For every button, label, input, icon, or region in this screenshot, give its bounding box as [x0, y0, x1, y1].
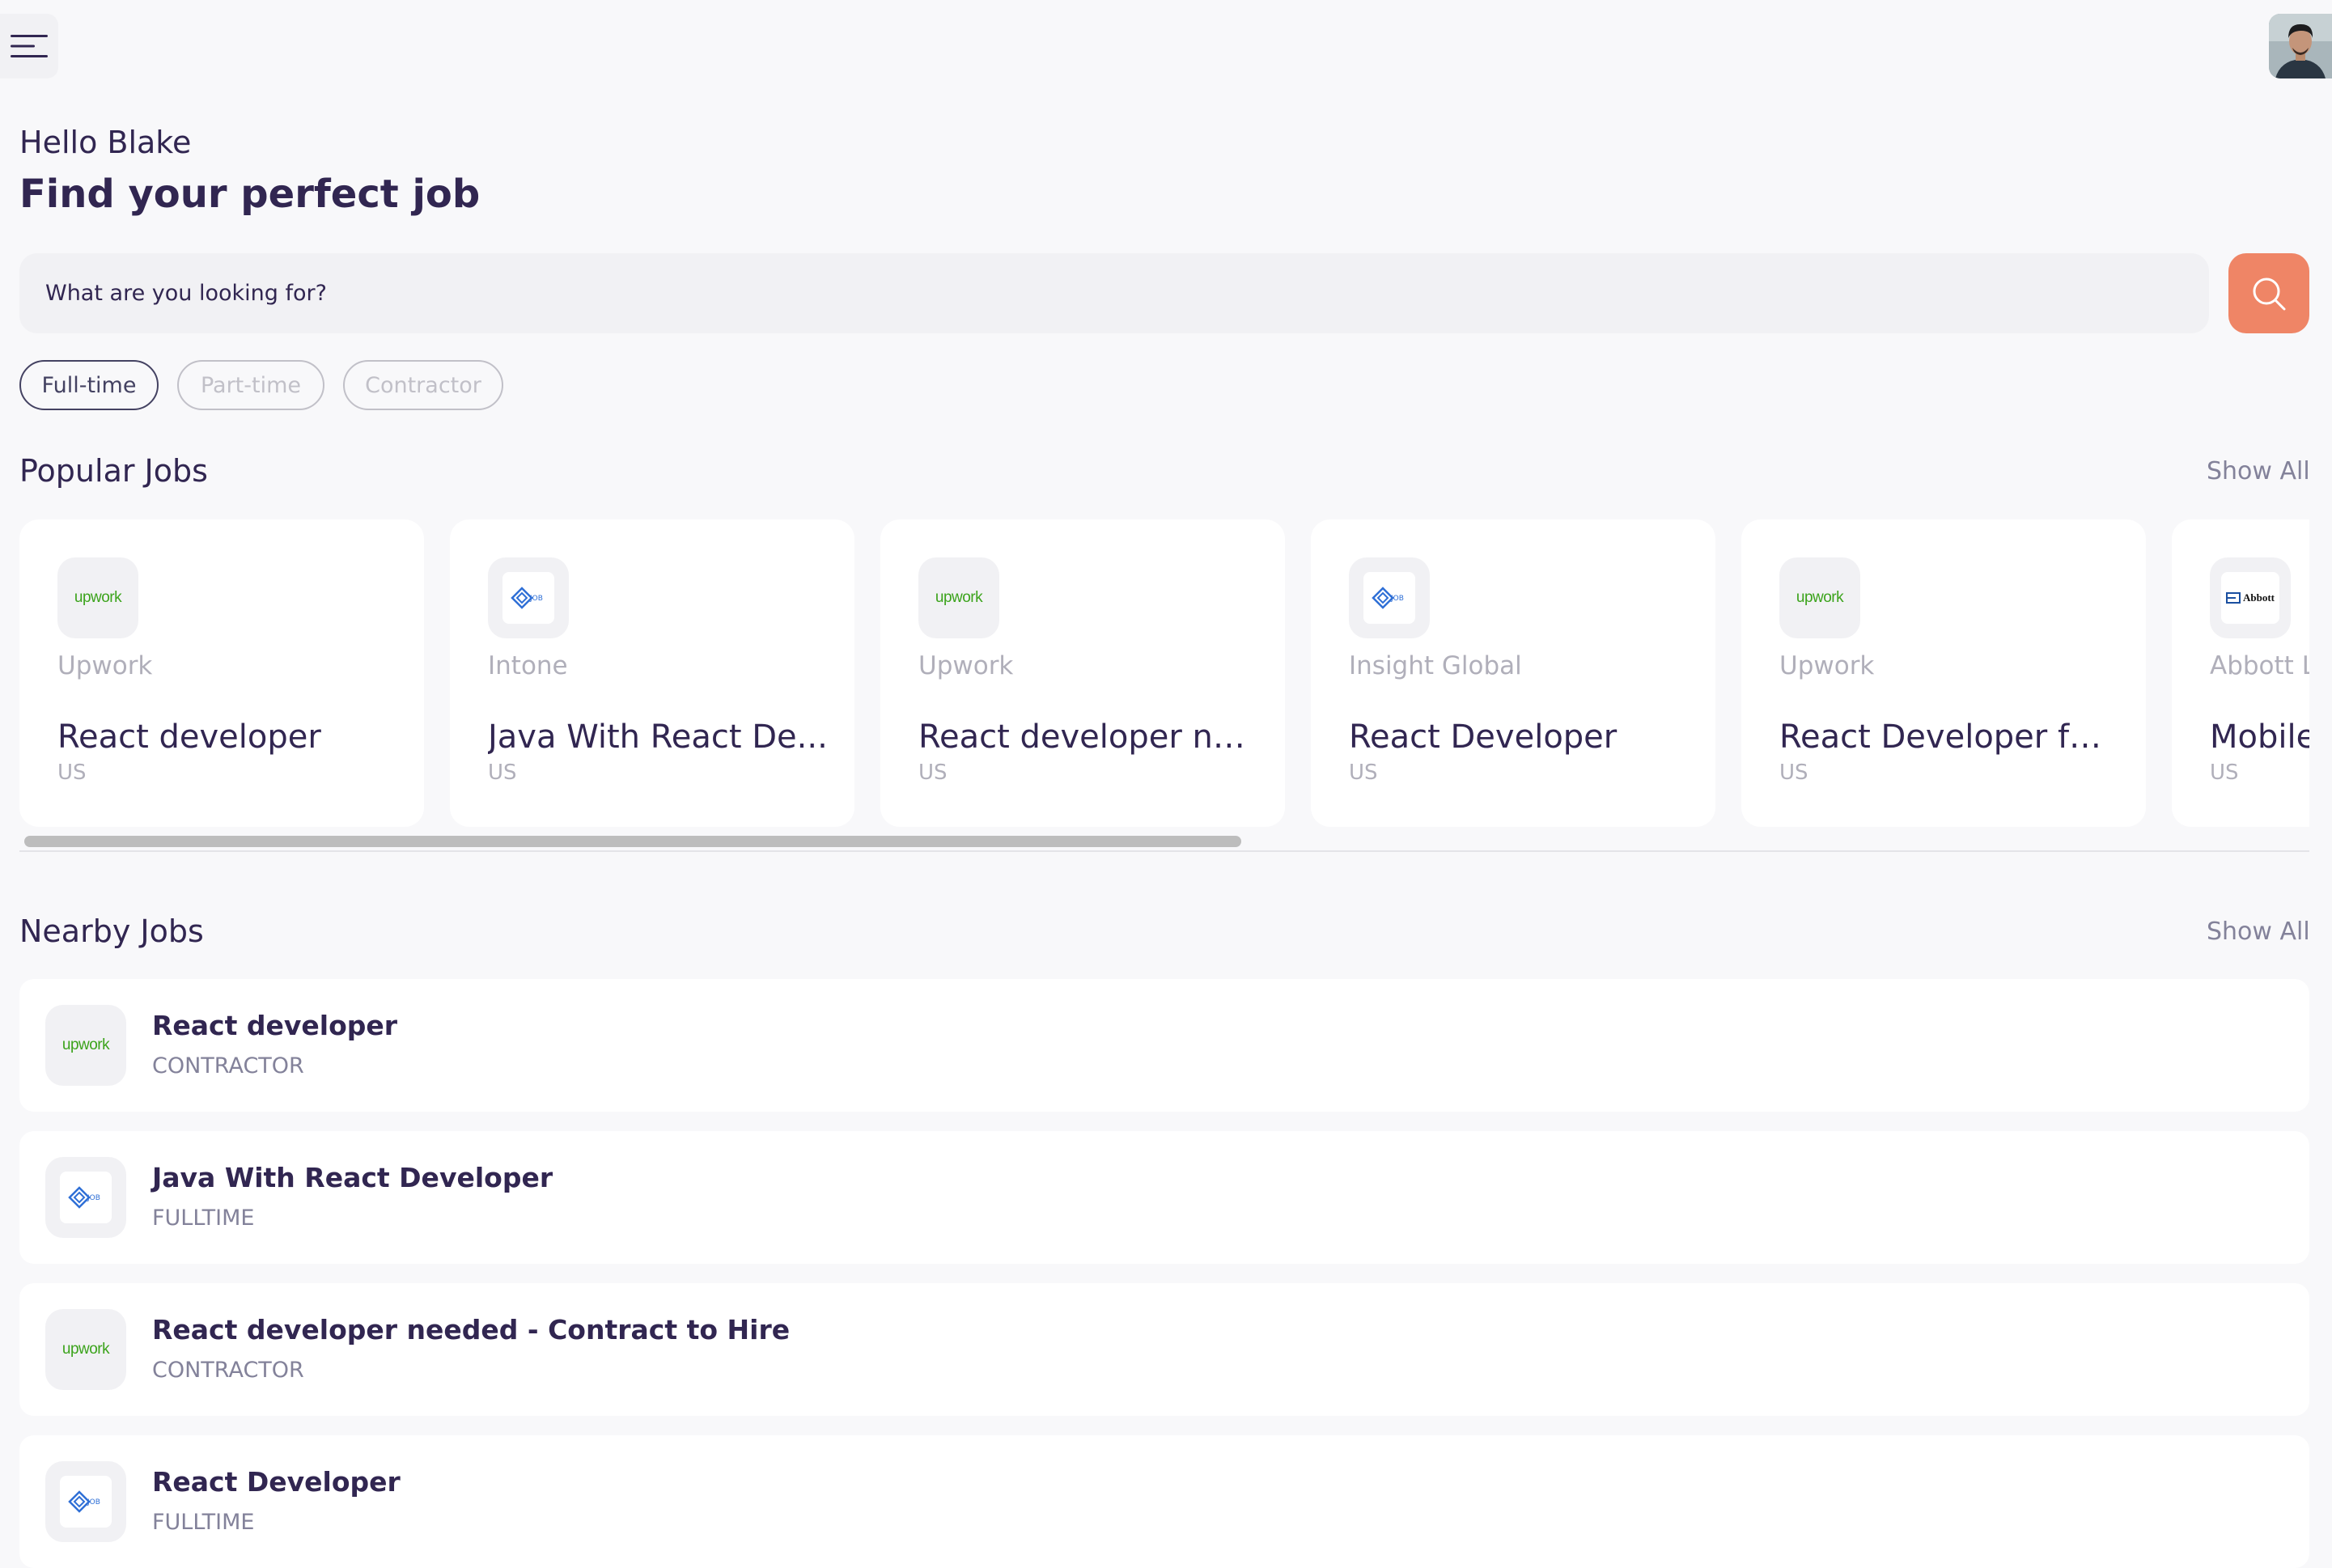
upwork-logo-icon: upwork — [74, 589, 122, 606]
job-type: CONTRACTOR — [152, 1358, 304, 1383]
job-title: Mobile — [2210, 718, 2309, 756]
job-logo-icon: JOB — [60, 1172, 112, 1223]
search-bar — [19, 253, 2209, 333]
carousel-scroll-track — [19, 850, 2309, 852]
job-title: React developer — [57, 718, 321, 756]
svg-text:JOB: JOB — [529, 595, 543, 603]
user-photo-icon — [2269, 14, 2332, 78]
profile-avatar[interactable] — [2269, 14, 2332, 78]
popular-job-card[interactable]: JOB Insight Global React Developer US — [1311, 519, 1715, 827]
svg-text:JOB: JOB — [1390, 595, 1404, 603]
popular-job-card[interactable]: upwork Upwork React developer US — [19, 519, 424, 827]
job-title: Java With React De... — [488, 718, 828, 756]
abbott-logo-icon: Abbott — [2221, 572, 2279, 624]
popular-jobs-carousel[interactable]: upwork Upwork React developer US JOB Int… — [19, 519, 2309, 831]
tab-part-time[interactable]: Part-time — [177, 360, 324, 410]
job-location: US — [2210, 761, 2239, 785]
popular-jobs-heading: Popular Jobs — [19, 453, 208, 489]
search-button[interactable] — [2228, 253, 2309, 333]
job-type: CONTRACTOR — [152, 1053, 304, 1079]
company-logo: upwork — [57, 557, 138, 638]
job-location: US — [1779, 761, 1808, 785]
job-title: React Developer for... — [1779, 718, 2119, 756]
company-logo: Abbott — [2210, 557, 2291, 638]
company-logo: upwork — [918, 557, 999, 638]
nearby-show-all-link[interactable]: Show All — [2207, 917, 2310, 946]
company-name: Upwork — [1779, 651, 1875, 680]
company-name: Upwork — [57, 651, 153, 680]
company-name: Insight Global — [1349, 651, 1522, 680]
job-logo-icon: JOB — [60, 1476, 112, 1528]
popular-job-card[interactable]: Abbott Abbott L Mobile US — [2172, 519, 2309, 827]
nearby-job-row[interactable]: upwork React developer CONTRACTOR — [19, 979, 2309, 1112]
company-name: Intone — [488, 651, 568, 680]
menu-button[interactable] — [0, 14, 58, 78]
job-title: React developer — [152, 1010, 398, 1041]
company-logo: upwork — [1779, 557, 1860, 638]
company-logo: upwork — [45, 1005, 126, 1086]
job-location: US — [57, 761, 87, 785]
job-location: US — [918, 761, 948, 785]
hamburger-menu-icon — [11, 35, 48, 57]
company-name: Upwork — [918, 651, 1014, 680]
job-logo-icon: JOB — [502, 572, 554, 624]
job-location: US — [1349, 761, 1378, 785]
upwork-logo-icon: upwork — [1796, 589, 1844, 606]
job-title: React developer ne... — [918, 718, 1258, 756]
popular-job-card[interactable]: JOB Intone Java With React De... US — [450, 519, 854, 827]
nearby-jobs-heading: Nearby Jobs — [19, 913, 204, 949]
abbott-logo-text: Abbott — [2242, 591, 2275, 604]
company-logo: JOB — [1349, 557, 1430, 638]
job-title: React Developer — [1349, 718, 1618, 756]
popular-job-card[interactable]: upwork Upwork React Developer for... US — [1741, 519, 2146, 827]
company-logo: JOB — [488, 557, 569, 638]
job-location: US — [488, 761, 517, 785]
carousel-scrollbar[interactable] — [24, 836, 1241, 847]
company-logo: JOB — [45, 1157, 126, 1238]
upwork-logo-icon: upwork — [61, 1036, 110, 1053]
greeting-text: Hello Blake — [19, 125, 192, 160]
job-type: FULLTIME — [152, 1206, 255, 1231]
job-title: React Developer — [152, 1466, 401, 1498]
upwork-logo-icon: upwork — [61, 1341, 110, 1358]
tab-contractor[interactable]: Contractor — [343, 360, 503, 410]
nearby-job-row[interactable]: JOB Java With React Developer FULLTIME — [19, 1131, 2309, 1264]
search-input[interactable] — [45, 253, 2181, 333]
search-icon — [2253, 278, 2286, 310]
company-name: Abbott L — [2210, 651, 2309, 680]
popular-show-all-link[interactable]: Show All — [2207, 457, 2310, 485]
company-logo: upwork — [45, 1309, 126, 1390]
job-title: React developer needed - Contract to Hir… — [152, 1314, 791, 1346]
nearby-job-row[interactable]: JOB React Developer FULLTIME — [19, 1435, 2309, 1568]
svg-text:JOB: JOB — [87, 1194, 100, 1202]
popular-job-card[interactable]: upwork Upwork React developer ne... US — [880, 519, 1285, 827]
job-type: FULLTIME — [152, 1510, 255, 1535]
job-logo-icon: JOB — [1363, 572, 1415, 624]
job-title: Java With React Developer — [152, 1162, 553, 1193]
nearby-job-row[interactable]: upwork React developer needed - Contract… — [19, 1283, 2309, 1416]
tab-full-time[interactable]: Full-time — [19, 360, 159, 410]
company-logo: JOB — [45, 1461, 126, 1542]
svg-text:JOB: JOB — [87, 1498, 100, 1507]
page-headline: Find your perfect job — [19, 172, 481, 217]
upwork-logo-icon: upwork — [935, 589, 983, 606]
